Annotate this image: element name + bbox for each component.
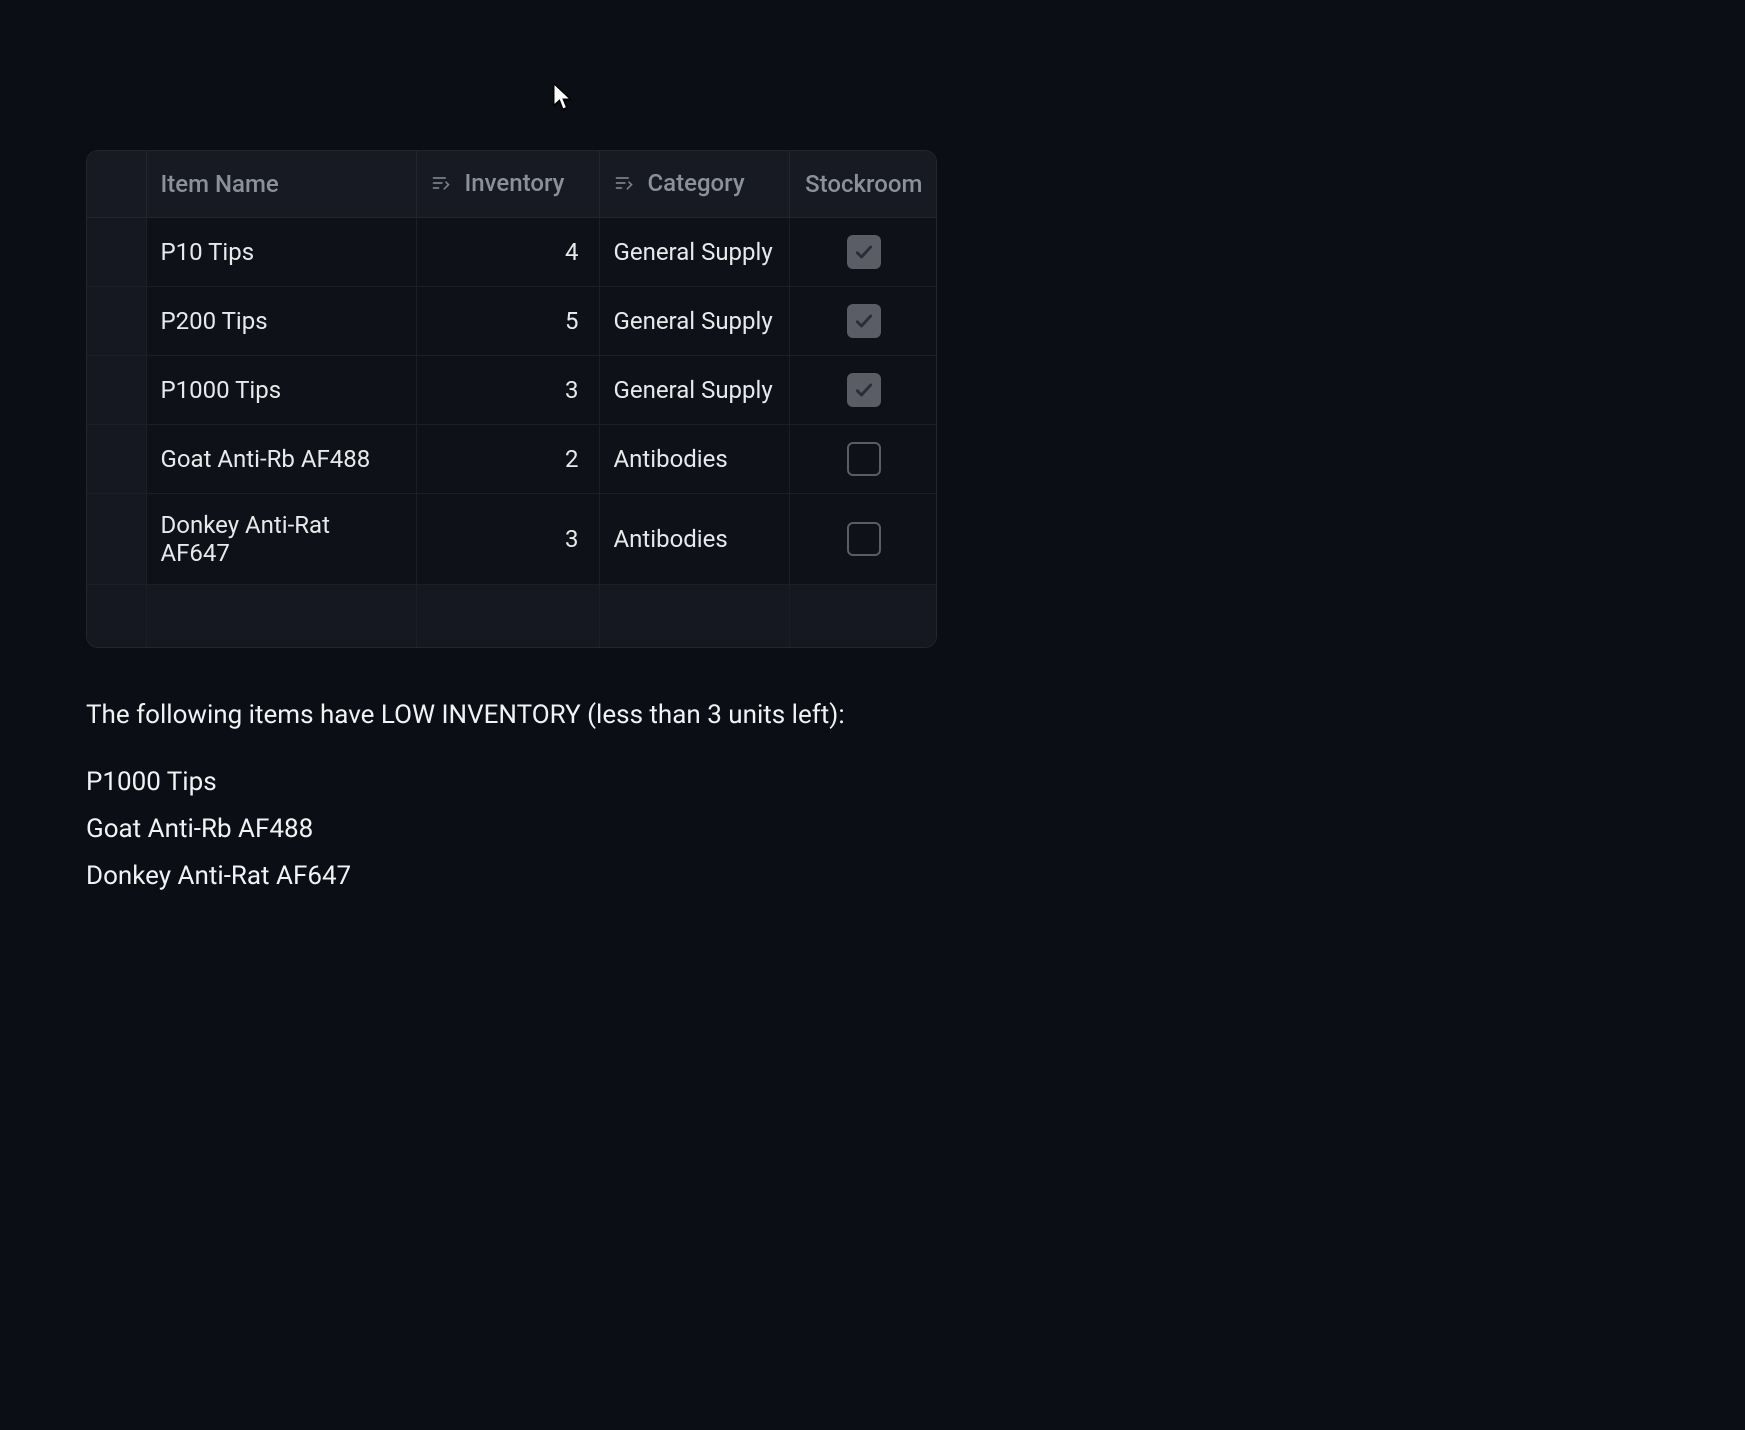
- check-icon: [854, 242, 874, 262]
- table-row: P1000 Tips3General Supply: [87, 356, 937, 425]
- stockroom-checkbox[interactable]: [847, 522, 881, 556]
- low-inventory-item: Goat Anti-Rb AF488: [86, 810, 1659, 849]
- column-header-inventory[interactable]: Inventory: [416, 151, 599, 218]
- cell-item-name[interactable]: Donkey Anti-Rat AF647: [146, 494, 416, 585]
- cell-stockroom: [789, 287, 937, 356]
- column-header-item-name[interactable]: Item Name: [146, 151, 416, 218]
- cell-category[interactable]: Antibodies: [599, 425, 789, 494]
- column-header-label: Category: [648, 169, 745, 197]
- column-header-label: Item Name: [161, 170, 279, 198]
- table-empty-row[interactable]: [87, 585, 937, 647]
- row-handle-header: [87, 151, 146, 218]
- empty-cell[interactable]: [599, 585, 789, 647]
- cell-item-name[interactable]: P1000 Tips: [146, 356, 416, 425]
- cell-inventory[interactable]: 4: [416, 218, 599, 287]
- cell-category[interactable]: Antibodies: [599, 494, 789, 585]
- cell-stockroom: [789, 494, 937, 585]
- row-handle[interactable]: [87, 494, 146, 585]
- empty-cell[interactable]: [416, 585, 599, 647]
- table-row: Donkey Anti-Rat AF6473Antibodies: [87, 494, 937, 585]
- stockroom-checkbox[interactable]: [847, 442, 881, 476]
- stockroom-checkbox[interactable]: [847, 373, 881, 407]
- cell-stockroom: [789, 425, 937, 494]
- cell-inventory[interactable]: 3: [416, 356, 599, 425]
- cell-item-name[interactable]: P10 Tips: [146, 218, 416, 287]
- cell-inventory[interactable]: 5: [416, 287, 599, 356]
- cell-stockroom: [789, 356, 937, 425]
- empty-cell[interactable]: [146, 585, 416, 647]
- stockroom-checkbox[interactable]: [847, 304, 881, 338]
- empty-cell[interactable]: [789, 585, 937, 647]
- column-header-stockroom[interactable]: Stockroom: [789, 151, 937, 218]
- column-header-category[interactable]: Category: [599, 151, 789, 218]
- cell-inventory[interactable]: 3: [416, 494, 599, 585]
- row-handle[interactable]: [87, 287, 146, 356]
- cell-category[interactable]: General Supply: [599, 356, 789, 425]
- row-handle[interactable]: [87, 356, 146, 425]
- inventory-table: Item Name: [86, 150, 937, 648]
- column-header-label: Stockroom: [805, 170, 922, 198]
- cell-inventory[interactable]: 2: [416, 425, 599, 494]
- cell-item-name[interactable]: Goat Anti-Rb AF488: [146, 425, 416, 494]
- row-handle[interactable]: [87, 218, 146, 287]
- formula-icon: [431, 173, 451, 193]
- empty-cell[interactable]: [87, 585, 146, 647]
- low-inventory-note: The following items have LOW INVENTORY (…: [86, 696, 1659, 896]
- check-icon: [854, 311, 874, 331]
- column-header-label: Inventory: [465, 169, 565, 197]
- low-inventory-item: Donkey Anti-Rat AF647: [86, 857, 1659, 896]
- formula-icon: [614, 173, 634, 193]
- cell-stockroom: [789, 218, 937, 287]
- low-inventory-heading: The following items have LOW INVENTORY (…: [86, 696, 1659, 735]
- table-row: Goat Anti-Rb AF4882Antibodies: [87, 425, 937, 494]
- low-inventory-item: P1000 Tips: [86, 763, 1659, 802]
- table-row: P200 Tips5General Supply: [87, 287, 937, 356]
- check-icon: [854, 380, 874, 400]
- cell-category[interactable]: General Supply: [599, 218, 789, 287]
- row-handle[interactable]: [87, 425, 146, 494]
- cell-category[interactable]: General Supply: [599, 287, 789, 356]
- stockroom-checkbox[interactable]: [847, 235, 881, 269]
- cell-item-name[interactable]: P200 Tips: [146, 287, 416, 356]
- table-row: P10 Tips4General Supply: [87, 218, 937, 287]
